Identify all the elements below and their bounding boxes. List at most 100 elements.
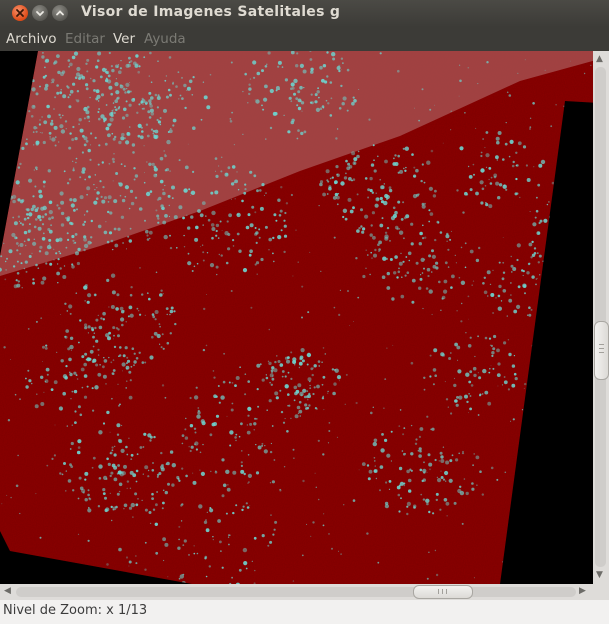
menu-archivo[interactable]: Archivo (6, 31, 56, 47)
vegetation-speckle (213, 376, 216, 379)
vegetation-speckle (127, 91, 130, 94)
menu-ver[interactable]: Ver (113, 31, 135, 47)
vegetation-speckle (82, 134, 85, 138)
vegetation-speckle (409, 468, 412, 471)
vegetation-speckle (125, 63, 130, 68)
vegetation-speckle (31, 252, 33, 254)
vegetation-speckle (59, 124, 64, 129)
vegetation-speckle (87, 293, 92, 298)
vegetation-speckle (27, 230, 31, 233)
scroll-left-icon[interactable]: ◀ (4, 586, 11, 596)
vegetation-speckle (497, 306, 502, 311)
vegetation-speckle (39, 218, 42, 222)
vegetation-speckle (346, 109, 349, 112)
vegetation-speckle (335, 165, 339, 169)
vegetation-speckle (191, 94, 194, 96)
vegetation-speckle (126, 356, 129, 359)
vegetation-speckle (151, 162, 155, 166)
vegetation-speckle (388, 186, 392, 190)
vegetation-speckle (508, 298, 513, 303)
vertical-scroll-thumb[interactable] (594, 321, 609, 380)
vegetation-speckle (39, 119, 41, 121)
horizontal-scrollbar[interactable]: ◀ ▶ (0, 584, 593, 600)
vegetation-speckle (435, 492, 439, 496)
vegetation-speckle (423, 376, 426, 379)
scroll-down-icon[interactable]: ▼ (596, 570, 603, 580)
vegetation-speckle (266, 63, 268, 65)
vegetation-speckle (160, 465, 164, 470)
vegetation-speckle (9, 359, 11, 360)
vertical-scroll-track[interactable] (595, 67, 606, 567)
vegetation-speckle (102, 422, 106, 425)
vegetation-speckle (184, 436, 189, 440)
vegetation-speckle (148, 297, 151, 301)
vegetation-speckle (489, 367, 491, 370)
vegetation-speckle (220, 395, 225, 400)
vegetation-speckle (356, 154, 360, 159)
menu-ayuda[interactable]: Ayuda (144, 31, 186, 47)
vegetation-speckle (488, 371, 491, 374)
vegetation-speckle (146, 134, 150, 138)
vegetation-speckle (15, 180, 20, 185)
vegetation-speckle (445, 398, 449, 401)
minimize-button[interactable] (32, 5, 48, 21)
vegetation-speckle (226, 415, 228, 417)
vegetation-speckle (445, 501, 450, 506)
vegetation-speckle (284, 78, 288, 82)
menu-editar[interactable]: Editar (65, 31, 105, 47)
vegetation-speckle (522, 274, 524, 277)
vegetation-speckle (231, 382, 234, 384)
vegetation-speckle (203, 520, 208, 524)
vegetation-speckle (497, 385, 499, 387)
horizontal-scroll-thumb[interactable] (413, 585, 473, 599)
vegetation-speckle (247, 213, 251, 217)
vegetation-speckle (178, 159, 181, 162)
vegetation-speckle (450, 412, 453, 415)
vegetation-speckle (507, 388, 510, 391)
vegetation-speckle (33, 169, 35, 171)
vegetation-speckle (145, 191, 151, 197)
vegetation-speckle (134, 174, 139, 178)
vegetation-speckle (477, 414, 480, 416)
vegetation-speckle (441, 297, 444, 300)
vegetation-speckle (125, 387, 127, 389)
vegetation-speckle (30, 115, 34, 118)
vegetation-speckle (314, 100, 318, 104)
maximize-button[interactable] (52, 5, 68, 21)
vegetation-speckle (464, 266, 467, 269)
vegetation-speckle (95, 197, 99, 200)
horizontal-scroll-track[interactable] (16, 587, 576, 597)
scroll-right-icon[interactable]: ▶ (579, 586, 586, 596)
vegetation-speckle (225, 512, 228, 515)
vegetation-speckle (117, 334, 120, 338)
vegetation-speckle (501, 277, 505, 281)
vegetation-speckle (113, 111, 116, 115)
vegetation-speckle (89, 349, 94, 354)
vegetation-speckle (239, 366, 241, 369)
image-viewport[interactable] (0, 51, 593, 584)
vegetation-speckle (247, 454, 250, 456)
vegetation-speckle (220, 156, 223, 159)
vertical-scrollbar[interactable]: ▲ ▼ (593, 51, 609, 584)
close-button[interactable] (12, 5, 28, 21)
vegetation-speckle (333, 236, 336, 239)
vegetation-speckle (220, 170, 223, 173)
vegetation-speckle (264, 225, 268, 229)
vegetation-speckle (113, 345, 117, 349)
vegetation-speckle (35, 92, 39, 96)
satellite-image[interactable] (0, 51, 593, 584)
vegetation-speckle (490, 293, 495, 297)
vegetation-speckle (469, 370, 473, 374)
vegetation-speckle (107, 123, 111, 127)
vegetation-speckle (128, 305, 133, 310)
vegetation-speckle (512, 418, 515, 421)
scroll-up-icon[interactable]: ▲ (596, 54, 603, 64)
vegetation-speckle (449, 238, 452, 241)
vegetation-speckle (148, 116, 152, 119)
vegetation-speckle (247, 482, 249, 484)
vegetation-speckle (358, 469, 360, 471)
vegetation-speckle (327, 180, 330, 183)
vegetation-speckle (331, 547, 333, 550)
vegetation-speckle (163, 559, 165, 562)
vegetation-speckle (26, 213, 29, 216)
